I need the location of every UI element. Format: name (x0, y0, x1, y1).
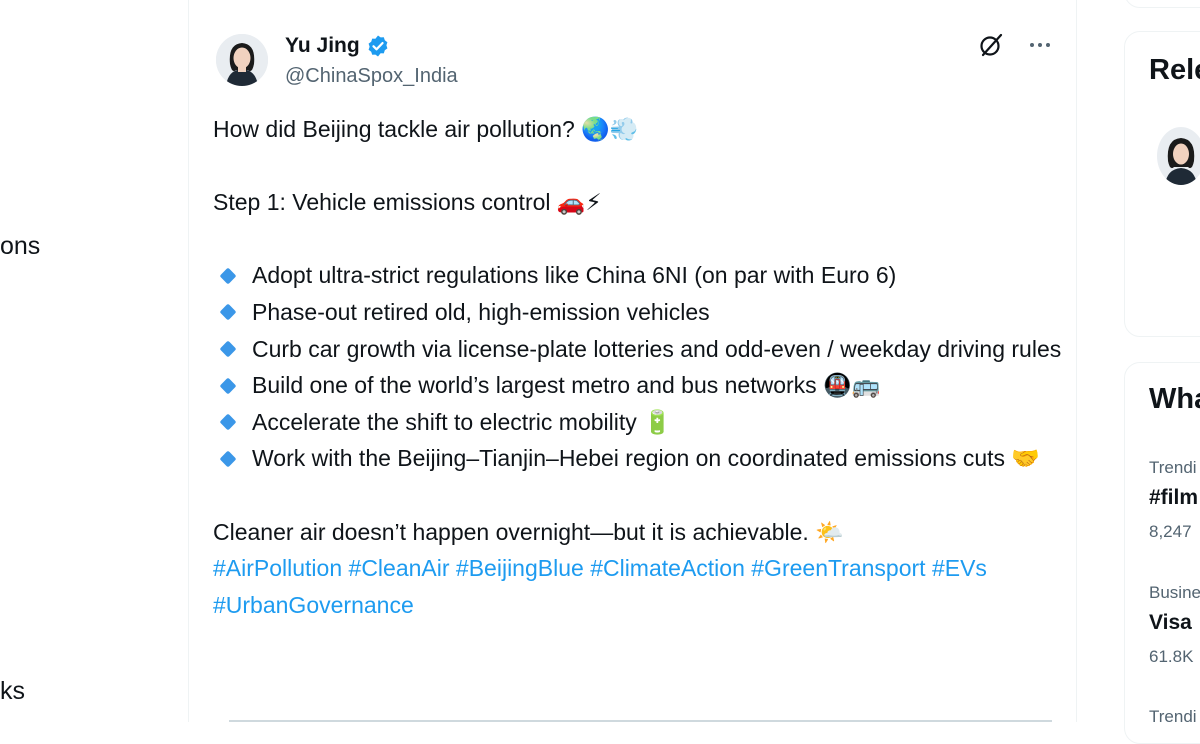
hashtag-link[interactable]: #CleanAir (349, 555, 450, 581)
list-item: Accelerate the shift to electric mobilit… (213, 404, 1063, 441)
nav-item-notifications[interactable]: ons (0, 232, 40, 261)
relevant-people-title: Rele (1149, 54, 1200, 86)
trend-context: Busine (1149, 583, 1200, 602)
hashtag-link[interactable]: #GreenTransport (751, 555, 925, 581)
diamond-bullet-icon (219, 450, 237, 468)
author-display-name[interactable]: Yu Jing (285, 34, 360, 58)
author-name-row: Yu Jing (285, 34, 390, 58)
trend-post-count: 61.8K (1149, 647, 1194, 666)
grok-icon[interactable] (978, 32, 1004, 63)
nav-item-label: ons (0, 232, 41, 260)
diamond-bullet-icon (219, 377, 237, 395)
trend-post-count: 8,247 (1149, 522, 1192, 541)
diamond-bullet-icon (219, 340, 237, 358)
trend-context: Trendi (1149, 458, 1197, 477)
verified-badge-icon (366, 34, 390, 58)
post-closing: Cleaner air doesn’t happen overnight—but… (213, 518, 844, 545)
post-step-heading: Step 1: Vehicle emissions control 🚗⚡ (213, 189, 602, 216)
left-navigation: ons ks (0, 0, 188, 720)
list-item: Build one of the world’s largest metro a… (213, 367, 1063, 404)
post-column: Yu Jing @ChinaSpox_India How did Beijing… (188, 0, 1077, 722)
hashtag-link[interactable]: #AirPollution (213, 555, 342, 581)
diamond-bullet-icon (219, 303, 237, 321)
post-intro: How did Beijing tackle air pollution? 🌏💨 (213, 116, 639, 142)
right-sidebar: Rele Wha Trendi #film 8,247 Busine Visa … (1077, 0, 1200, 744)
diamond-bullet-icon (219, 413, 237, 431)
hashtag-list: #AirPollution #CleanAir #BeijingBlue #Cl… (213, 550, 1063, 623)
whats-happening-card: Wha Trendi #film 8,247 Busine Visa 61.8K… (1124, 362, 1200, 744)
search-box-edge[interactable] (1124, 0, 1200, 8)
bullet-list: Adopt ultra-strict regulations like Chin… (213, 257, 1063, 477)
post-text: How did Beijing tackle air pollution? 🌏💨… (213, 111, 1063, 623)
list-item: Adopt ultra-strict regulations like Chin… (213, 257, 1063, 294)
more-icon[interactable] (1028, 33, 1052, 62)
diamond-bullet-icon (219, 267, 237, 285)
post-top-actions (978, 32, 1052, 63)
list-item: Curb car growth via license-plate lotter… (213, 331, 1063, 368)
list-item: Phase-out retired old, high-emission veh… (213, 294, 1063, 331)
author-handle[interactable]: @ChinaSpox_India (285, 65, 458, 88)
media-divider (229, 720, 1052, 722)
relevant-people-card: Rele (1124, 31, 1200, 337)
relevant-person-avatar[interactable] (1157, 127, 1200, 185)
nav-item-label: ks (0, 677, 25, 705)
author-avatar[interactable] (216, 34, 268, 86)
trend-name: Visa (1149, 611, 1192, 634)
hashtag-link[interactable]: #BeijingBlue (456, 555, 584, 581)
trend-name: #film (1149, 486, 1199, 509)
hashtag-link[interactable]: #UrbanGovernance (213, 592, 414, 618)
list-item: Work with the Beijing–Tianjin–Hebei regi… (213, 440, 1063, 477)
whats-happening-title: Wha (1149, 383, 1200, 415)
nav-item-bookmarks[interactable]: ks (0, 677, 25, 706)
hashtag-link[interactable]: #EVs (932, 555, 987, 581)
hashtag-link[interactable]: #ClimateAction (590, 555, 745, 581)
trend-context: Trendi (1149, 707, 1197, 726)
